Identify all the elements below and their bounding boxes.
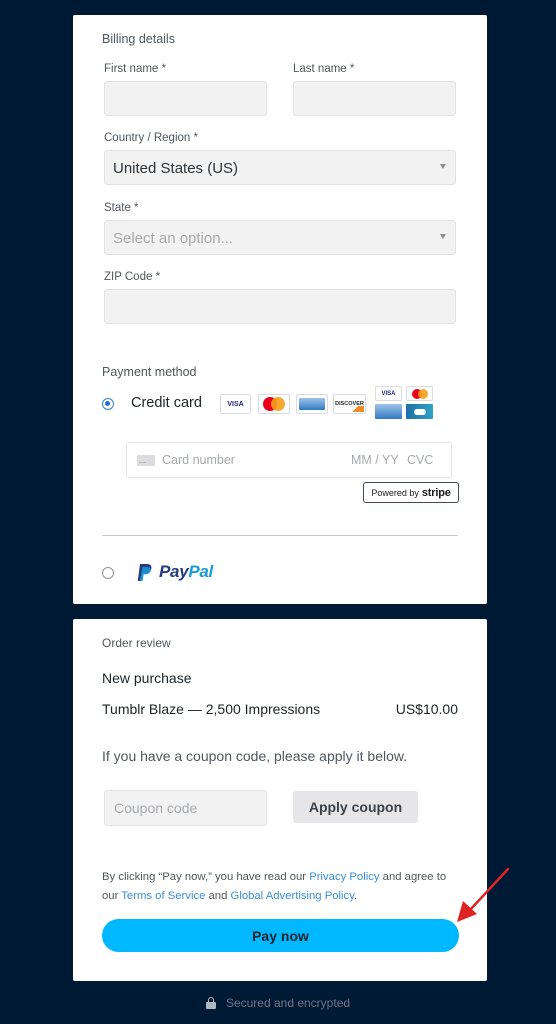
expiry-placeholder[interactable]: MM / YY: [351, 453, 399, 467]
mastercard-logo-icon: [258, 394, 290, 414]
legal-part3: and: [205, 890, 231, 902]
lock-icon: [205, 997, 216, 1009]
country-value: United States (US): [113, 160, 239, 177]
chevron-down-icon: [440, 164, 446, 169]
coupon-code-input[interactable]: Coupon code: [104, 790, 267, 826]
secure-text: Secured and encrypted: [225, 996, 351, 1010]
pay-now-button[interactable]: Pay now: [102, 919, 459, 952]
zip-label: ZIP Code *: [104, 271, 161, 283]
cvc-placeholder[interactable]: CVC: [407, 453, 433, 467]
coupon-note: If you have a coupon code, please apply …: [102, 748, 408, 764]
divider: [102, 535, 458, 536]
state-select[interactable]: Select an option...: [104, 220, 456, 255]
card-number-field[interactable]: Card number MM / YY CVC: [126, 442, 452, 478]
order-review-title: Order review: [102, 636, 171, 650]
last-name-label: Last name *: [293, 63, 355, 75]
legal-part1: By clicking “Pay now,” you have read our: [102, 871, 310, 883]
order-item-price: US$10.00: [395, 701, 458, 717]
order-review-card: Order review New purchase Tumblr Blaze —…: [73, 619, 487, 981]
discover-logo-icon: DISCOVER: [333, 394, 366, 414]
paypal-option[interactable]: PayPal: [137, 561, 213, 583]
powered-by-stripe-badge[interactable]: Powered by stripe: [363, 482, 459, 503]
billing-card: Billing details First name * Last name *…: [73, 15, 487, 604]
visa-text: VISA: [227, 400, 244, 408]
stripe-logo: stripe: [421, 486, 451, 499]
legal-text: By clicking “Pay now,” you have read our…: [102, 868, 462, 906]
amex-logo-icon: [296, 394, 328, 414]
paypal-pal-text: Pal: [188, 562, 213, 581]
cb-mini-logo-icon: [406, 404, 433, 419]
paypal-p-icon: [137, 563, 152, 581]
paypal-radio[interactable]: [102, 567, 114, 579]
order-item-name: Tumblr Blaze — 2,500 Impressions: [102, 701, 321, 717]
state-label: State *: [104, 202, 139, 214]
country-label: Country / Region *: [104, 132, 198, 144]
paypal-wordmark: PayPal: [159, 562, 213, 582]
advertising-policy-link[interactable]: Global Advertising Policy: [231, 890, 355, 902]
first-name-label: First name *: [104, 63, 166, 75]
terms-of-service-link[interactable]: Terms of Service: [121, 890, 205, 902]
mastercard-mini-logo-icon: [406, 386, 433, 401]
chevron-down-icon: [440, 234, 446, 239]
privacy-policy-link[interactable]: Privacy Policy: [309, 871, 379, 883]
visa-mini-logo-icon: VISA: [375, 386, 402, 401]
country-select[interactable]: United States (US): [104, 150, 456, 185]
order-subtitle: New purchase: [102, 670, 192, 686]
credit-card-radio[interactable]: [102, 398, 114, 410]
legal-part4: .: [354, 890, 358, 902]
visa-mini-text: VISA: [381, 390, 396, 397]
credit-card-label[interactable]: Credit card: [131, 395, 202, 411]
secure-footer: Secured and encrypted: [0, 996, 556, 1010]
billing-title: Billing details: [102, 32, 175, 46]
state-placeholder: Select an option...: [113, 230, 234, 247]
payment-method-title: Payment method: [102, 365, 197, 379]
amex-mini-logo-icon: [375, 404, 402, 419]
visa-logo-icon: VISA: [220, 394, 251, 414]
credit-card-icon: [137, 455, 155, 466]
apply-coupon-button[interactable]: Apply coupon: [293, 791, 418, 823]
last-name-input[interactable]: [293, 81, 456, 116]
paypal-pay-text: Pay: [159, 562, 189, 581]
first-name-input[interactable]: [104, 81, 267, 116]
stripe-badge-prefix: Powered by: [371, 487, 419, 498]
zip-input[interactable]: [104, 289, 456, 324]
card-number-placeholder: Card number: [162, 453, 235, 467]
